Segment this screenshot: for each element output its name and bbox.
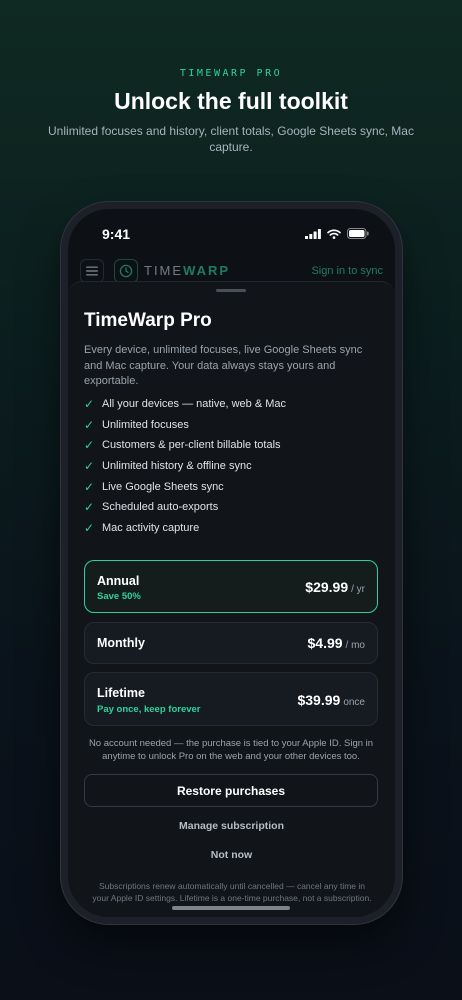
- feature-item: ✓ Live Google Sheets sync: [84, 476, 380, 497]
- feature-label: Mac activity capture: [102, 521, 200, 534]
- phone-frame: 9:41 TIMEWARP Sign in to sync TimeWarp P…: [61, 202, 402, 924]
- check-icon: ✓: [84, 520, 95, 535]
- plan-price-amount: $29.99: [305, 579, 349, 595]
- feature-item: ✓ Unlimited focuses: [84, 415, 380, 436]
- sheet-title: TimeWarp Pro: [84, 310, 212, 331]
- check-icon: ✓: [84, 397, 95, 412]
- check-icon: ✓: [84, 438, 95, 453]
- phone-screen: 9:41 TIMEWARP Sign in to sync TimeWarp P…: [68, 209, 395, 917]
- plan-name: Annual: [97, 574, 140, 588]
- account-note: No account needed — the purchase is tied…: [88, 738, 374, 762]
- status-icons: [305, 228, 369, 239]
- plan-price-period: / mo: [345, 640, 365, 651]
- sign-in-link[interactable]: Sign in to sync: [311, 265, 383, 277]
- logo-warp: WARP: [183, 263, 231, 278]
- feature-item: ✓ All your devices — native, web & Mac: [84, 394, 380, 415]
- menu-button[interactable]: [80, 259, 104, 283]
- check-icon: ✓: [84, 500, 95, 515]
- feature-list: ✓ All your devices — native, web & Mac ✓ U…: [84, 394, 380, 538]
- home-indicator: [172, 906, 290, 910]
- check-icon: ✓: [84, 479, 95, 494]
- feature-item: ✓ Unlimited history & offline sync: [84, 456, 380, 477]
- not-now-link[interactable]: Not now: [68, 849, 395, 861]
- clock-icon: [119, 264, 133, 278]
- feature-label: Unlimited history & offline sync: [102, 460, 252, 473]
- plan-badge: Save 50%: [97, 591, 141, 602]
- sheet-grabber[interactable]: [216, 289, 246, 292]
- plan-price-amount: $4.99: [307, 635, 343, 651]
- plan-price-period: once: [343, 697, 365, 708]
- battery-icon: [347, 228, 369, 239]
- plan-price: $4.99/ mo: [308, 635, 366, 651]
- feature-label: Unlimited focuses: [102, 418, 189, 431]
- promo-title: Unlock the full toolkit: [114, 88, 348, 114]
- promo-eyebrow: TIMEWARP PRO: [179, 68, 283, 79]
- paywall-sheet: TimeWarp Pro Every device, unlimited foc…: [68, 281, 395, 917]
- promo-subtitle: Unlimited focuses and history, client to…: [48, 124, 414, 154]
- sheet-description: Every device, unlimited focuses, live Go…: [84, 344, 363, 387]
- logo-time: TIME: [144, 263, 184, 278]
- plan-badge: Pay once, keep forever: [97, 704, 201, 715]
- check-icon: ✓: [84, 459, 95, 474]
- plan-annual[interactable]: Annual Save 50% $29.99/ yr: [84, 560, 378, 613]
- check-icon: ✓: [84, 417, 95, 432]
- plan-monthly[interactable]: Monthly $4.99/ mo: [84, 622, 378, 664]
- hamburger-icon: [86, 266, 98, 276]
- feature-label: Scheduled auto-exports: [102, 501, 219, 514]
- feature-item: ✓ Customers & per-client billable totals: [84, 435, 380, 456]
- logo-icon: [114, 259, 138, 283]
- restore-purchases-button[interactable]: Restore purchases: [84, 774, 378, 807]
- feature-label: Live Google Sheets sync: [102, 480, 224, 493]
- wifi-icon: [327, 229, 341, 239]
- legal-text: Subscriptions renew automatically until …: [92, 881, 372, 903]
- plan-name: Lifetime: [97, 686, 145, 700]
- signal-icon: [305, 228, 321, 239]
- status-time: 9:41: [102, 226, 131, 242]
- plan-lifetime[interactable]: Lifetime Pay once, keep forever $39.99 on…: [84, 672, 378, 726]
- plan-price: $29.99/ yr: [305, 579, 365, 595]
- status-bar: 9:41: [68, 209, 395, 255]
- plan-name: Monthly: [97, 636, 145, 650]
- feature-label: Customers & per-client billable totals: [102, 439, 281, 452]
- feature-item: ✓ Mac activity capture: [84, 518, 380, 539]
- plan-price: $39.99 once: [297, 692, 365, 708]
- feature-label: All your devices — native, web & Mac: [102, 398, 287, 411]
- plan-price-amount: $39.99: [297, 692, 341, 708]
- plan-price-period: / yr: [351, 584, 365, 595]
- feature-item: ✓ Scheduled auto-exports: [84, 497, 380, 518]
- manage-subscription-link[interactable]: Manage subscription: [68, 820, 395, 832]
- logo-wordmark: TIMEWARP: [144, 263, 230, 278]
